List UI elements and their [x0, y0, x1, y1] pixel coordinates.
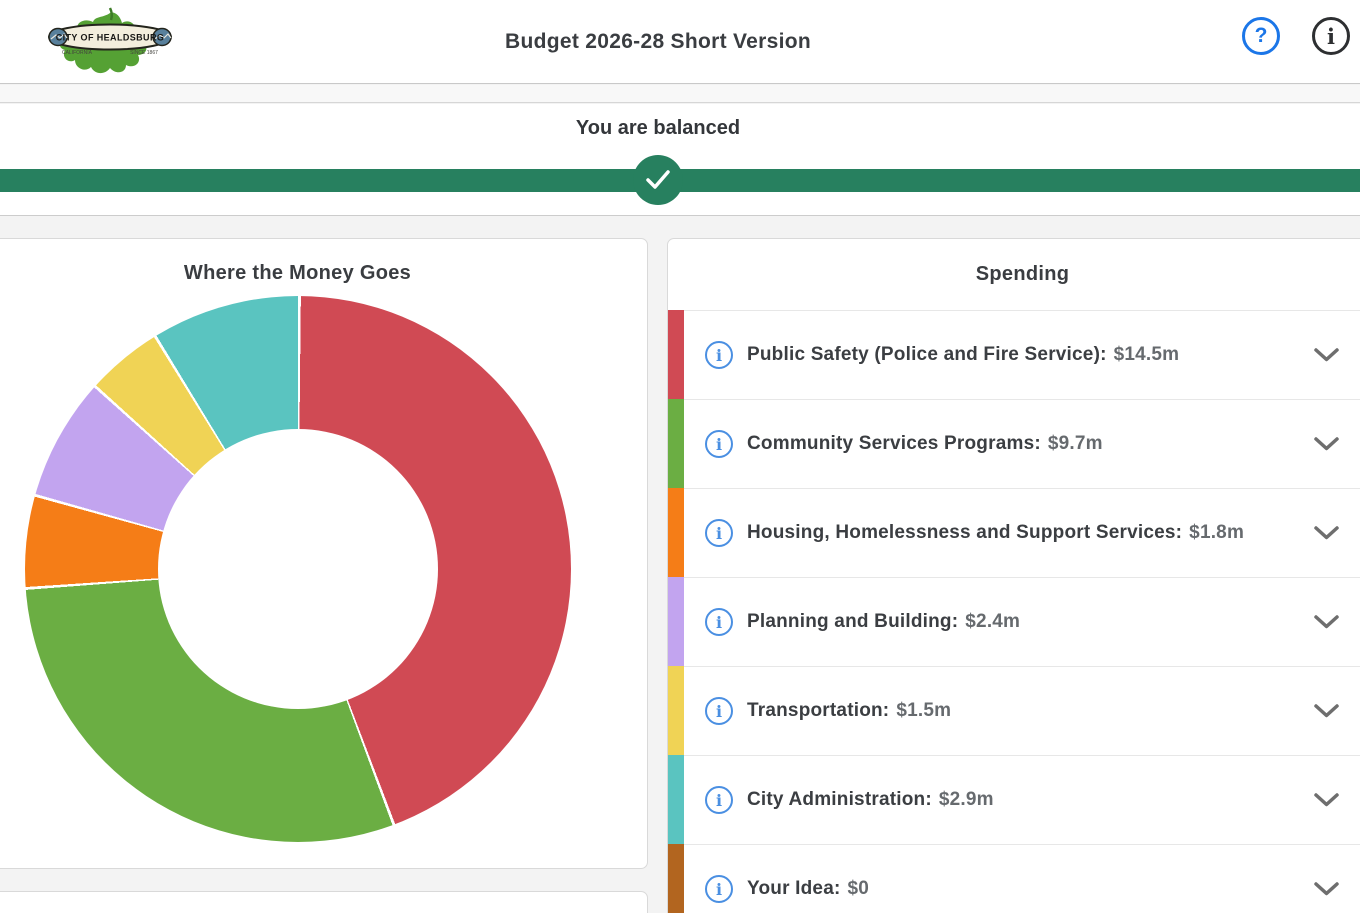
category-color-strip: [668, 488, 684, 577]
chevron-down-icon[interactable]: [1313, 703, 1340, 719]
balanced-check-badge: [633, 155, 683, 205]
category-amount: $2.4m: [965, 611, 1020, 633]
chart-title: Where the Money Goes: [0, 239, 647, 285]
spending-row-community-services[interactable]: i Community Services Programs: $9.7m: [668, 399, 1360, 488]
chevron-down-icon[interactable]: [1313, 614, 1340, 630]
spending-row-your-idea[interactable]: i Your Idea: $0: [668, 844, 1360, 913]
logo-banner-text: CITY OF HEALDSBURG: [56, 33, 165, 43]
help-button[interactable]: ?: [1242, 17, 1280, 55]
budget-app-page: CITY OF HEALDSBURG CALIFORNIA SINCE 1867…: [0, 0, 1360, 913]
category-info-icon[interactable]: i: [705, 697, 733, 725]
spending-row-transportation[interactable]: i Transportation: $1.5m: [668, 666, 1360, 755]
category-label: City Administration:: [747, 789, 932, 811]
chevron-down-icon[interactable]: [1313, 881, 1340, 897]
category-color-strip: [668, 310, 684, 399]
category-info-icon[interactable]: i: [705, 430, 733, 458]
category-info-icon[interactable]: i: [705, 519, 733, 547]
category-amount: $1.5m: [896, 700, 951, 722]
category-info-icon[interactable]: i: [705, 608, 733, 636]
category-color-strip: [668, 577, 684, 666]
category-info-icon[interactable]: i: [705, 786, 733, 814]
donut-hole: [158, 429, 438, 709]
question-mark-icon: ?: [1255, 24, 1268, 48]
chevron-down-icon[interactable]: [1313, 792, 1340, 808]
category-info-icon[interactable]: i: [705, 875, 733, 903]
where-money-goes-card: Where the Money Goes: [0, 238, 648, 869]
chevron-down-icon[interactable]: [1313, 347, 1340, 363]
category-amount: $9.7m: [1048, 433, 1103, 455]
spending-row-city-administration[interactable]: i City Administration: $2.9m: [668, 755, 1360, 844]
info-icon: i: [1327, 24, 1335, 49]
spending-card: Spending i Public Safety (Police and Fir…: [667, 238, 1360, 913]
spending-panel-title: Spending: [668, 239, 1360, 310]
chevron-down-icon[interactable]: [1313, 525, 1340, 541]
chevron-down-icon[interactable]: [1313, 436, 1340, 452]
logo-sub-left: CALIFORNIA: [62, 50, 93, 56]
category-color-strip: [668, 666, 684, 755]
category-label: Your Idea:: [747, 878, 841, 900]
category-info-icon[interactable]: i: [705, 341, 733, 369]
spending-row-planning-building[interactable]: i Planning and Building: $2.4m: [668, 577, 1360, 666]
next-section-card-partial: [0, 891, 648, 913]
info-button[interactable]: i: [1312, 17, 1350, 55]
sub-header-strip: [0, 85, 1360, 103]
category-color-strip: [668, 755, 684, 844]
app-header: CITY OF HEALDSBURG CALIFORNIA SINCE 1867…: [0, 0, 1360, 84]
budget-status-banner: You are balanced: [0, 104, 1360, 216]
city-of-healdsburg-logo: CITY OF HEALDSBURG CALIFORNIA SINCE 1867: [44, 7, 176, 77]
logo-sub-right: SINCE 1867: [130, 50, 158, 56]
category-label: Planning and Building:: [747, 611, 958, 633]
category-label: Housing, Homelessness and Support Servic…: [747, 522, 1182, 544]
category-label: Community Services Programs:: [747, 433, 1041, 455]
category-amount: $0: [848, 878, 870, 900]
page-title: Budget 2026-28 Short Version: [505, 30, 811, 54]
spending-donut-chart[interactable]: [25, 296, 571, 842]
category-color-strip: [668, 844, 684, 913]
category-label: Public Safety (Police and Fire Service):: [747, 344, 1107, 366]
category-amount: $1.8m: [1189, 522, 1244, 544]
category-color-strip: [668, 399, 684, 488]
category-amount: $2.9m: [939, 789, 994, 811]
spending-row-public-safety[interactable]: i Public Safety (Police and Fire Service…: [668, 310, 1360, 399]
category-amount: $14.5m: [1114, 344, 1180, 366]
checkmark-icon: [645, 169, 671, 191]
category-label: Transportation:: [747, 700, 889, 722]
spending-row-housing[interactable]: i Housing, Homelessness and Support Serv…: [668, 488, 1360, 577]
balance-status-text: You are balanced: [576, 117, 740, 140]
